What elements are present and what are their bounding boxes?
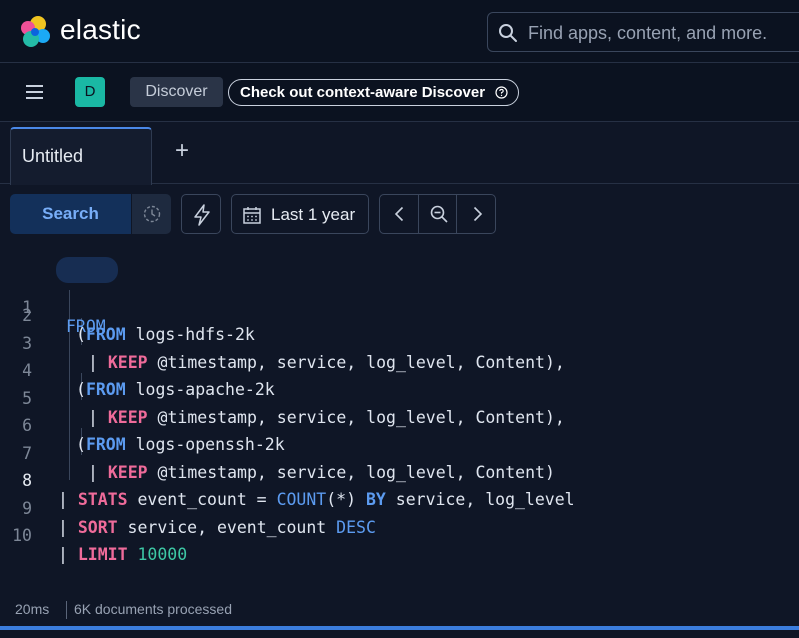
help-icon <box>495 86 508 99</box>
refresh-clock-icon <box>143 205 161 223</box>
zoom-out-button[interactable] <box>418 195 457 233</box>
menu-icon-bar <box>26 91 43 93</box>
line-number: 10 <box>12 526 32 545</box>
code-line: 7 | KEEP @timestamp, service, log_level,… <box>0 421 799 482</box>
promo-label: Check out context-aware Discover <box>240 84 486 101</box>
code-line: 8 | STATS event_count = COUNT(*) BY serv… <box>0 448 799 509</box>
space-avatar[interactable]: D <box>75 77 105 107</box>
documents-processed: 6K documents processed <box>74 601 232 617</box>
global-search-field[interactable]: Find apps, content, and more. <box>487 12 799 52</box>
top-header: elastic Find apps, content, and more. <box>0 0 799 63</box>
code-line: 9 | SORT service, event_count DESC <box>0 476 799 537</box>
syntax-token: LIMIT <box>77 545 128 564</box>
search-button[interactable]: Search <box>10 194 131 234</box>
nav-bar: D Discover Check out context-aware Disco… <box>0 63 799 122</box>
search-icon <box>499 24 517 42</box>
esql-query-editor[interactable]: 1 FROM 2 (FROM logs-hdfs-2k 3 | KEEP @ti… <box>0 256 799 596</box>
chevron-left-icon <box>394 206 404 222</box>
code-line: 6 (FROM logs-openssh-2k <box>0 393 799 454</box>
date-picker[interactable]: Last 1 year <box>231 194 369 234</box>
menu-icon-bar <box>26 85 43 87</box>
context-aware-promo-badge[interactable]: Check out context-aware Discover <box>228 79 519 106</box>
plus-icon: + <box>174 137 189 164</box>
search-placeholder: Find apps, content, and more. <box>528 23 768 43</box>
query-duration: 20ms <box>15 601 50 617</box>
code-line: 3 | KEEP @timestamp, service, log_level,… <box>0 311 799 372</box>
chevron-right-icon <box>473 206 483 222</box>
code-line: 5 | KEEP @timestamp, service, log_level,… <box>0 366 799 427</box>
code-line: 10 | LIMIT 10000 <box>0 503 799 564</box>
brand-name[interactable]: elastic <box>60 14 141 46</box>
calendar-icon <box>243 207 261 224</box>
date-range-label: Last 1 year <box>271 205 356 224</box>
syntax-token: 10000 <box>137 545 188 564</box>
previous-range-button[interactable] <box>380 195 419 233</box>
quick-actions-button[interactable] <box>181 194 221 234</box>
elastic-logo-icon[interactable] <box>18 15 52 49</box>
lightning-icon <box>194 204 210 226</box>
breadcrumb-discover[interactable]: Discover <box>130 77 223 107</box>
tab-untitled[interactable]: Untitled <box>10 127 152 185</box>
auto-refresh-button[interactable] <box>131 194 171 234</box>
resize-handle[interactable] <box>0 626 799 630</box>
tabs-bar: Untitled + <box>0 122 799 185</box>
code-line: 1 FROM <box>0 256 799 336</box>
code-line: 2 (FROM logs-hdfs-2k <box>0 283 799 344</box>
bracket-match-highlight <box>56 257 118 283</box>
editor-status-bar: 20ms 6K documents processed <box>0 596 799 626</box>
status-divider <box>66 601 67 619</box>
menu-icon-bar <box>26 97 43 99</box>
time-navigation-group <box>379 194 496 234</box>
code-text: | LIMIT 10000 <box>58 545 188 564</box>
zoom-out-icon <box>430 205 448 223</box>
code-line: 4 (FROM logs-apache-2k <box>0 338 799 399</box>
add-tab-button[interactable]: + <box>171 137 193 164</box>
menu-button[interactable] <box>22 81 48 105</box>
next-range-button[interactable] <box>457 195 496 233</box>
